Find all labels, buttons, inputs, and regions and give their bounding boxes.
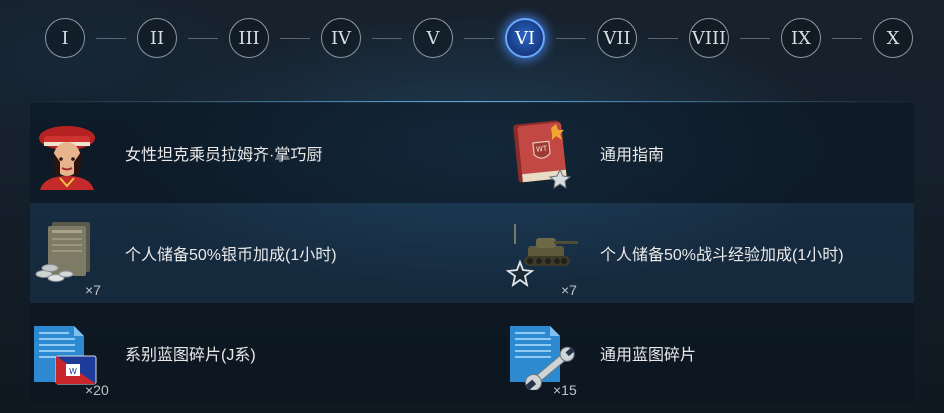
reward-label: 个人储备50%银币加成(1小时) [125, 247, 337, 264]
svg-text:WT: WT [536, 144, 549, 153]
tier-button-8[interactable]: VIII [689, 18, 729, 58]
reward-item: 个人储备50%银币加成(1小时) ×7 个人储备50%战斗经验加成(1小时) ×… [30, 203, 914, 303]
universal-blueprint-fragment-icon [510, 326, 575, 390]
crew-member-portrait [39, 126, 95, 190]
tier-connector [464, 37, 494, 39]
tier-connector [556, 37, 586, 39]
tier-button-5[interactable]: V [413, 18, 453, 58]
reward-label: 女性坦克乘员拉姆齐·掌巧厨 [125, 147, 323, 164]
tier-button-6-active[interactable]: VI [505, 18, 545, 58]
tier-connector [280, 37, 310, 39]
tier-connector [96, 37, 126, 39]
reward-item: W 系别蓝图碎片(J系) ×20 通用蓝图碎片 ×15 [30, 303, 914, 403]
tier-connector [648, 37, 678, 39]
tier-connector [372, 37, 402, 39]
reward-quantity: ×20 [85, 382, 109, 398]
tier-button-2[interactable]: II [137, 18, 177, 58]
reward-label: 系别蓝图碎片(J系) [125, 347, 256, 364]
tier-button-4[interactable]: IV [321, 18, 361, 58]
tier-connector [832, 37, 862, 39]
reward-label: 通用蓝图碎片 [600, 347, 697, 364]
reward-list: 女性坦克乘员拉姆齐·掌巧厨 WT 通用指南 个人储备50%银币加成(1小时) ×… [30, 103, 914, 403]
credits-booster-icon [35, 222, 90, 282]
reward-quantity: ×7 [561, 282, 577, 298]
combat-xp-booster-icon [506, 224, 578, 288]
tier-selector: I II III IV V VI VII VIII IX X [45, 17, 913, 59]
section-divider [30, 101, 914, 102]
tier-button-7[interactable]: VII [597, 18, 637, 58]
reward-quantity: ×7 [85, 282, 101, 298]
reward-row: 女性坦克乘员拉姆齐·掌巧厨 WT 通用指南 [30, 103, 914, 203]
reward-label: 通用指南 [600, 147, 665, 164]
reward-quantity: ×15 [553, 382, 577, 398]
tier-connector [740, 37, 770, 39]
svg-text:W: W [69, 367, 77, 376]
tier-button-1[interactable]: I [45, 18, 85, 58]
tier-button-3[interactable]: III [229, 18, 269, 58]
reward-row: W 系别蓝图碎片(J系) ×20 通用蓝图碎片 ×15 [30, 303, 914, 403]
tier-button-10[interactable]: X [873, 18, 913, 58]
nation-blueprint-fragment-icon: W [34, 326, 97, 385]
reward-row: 个人储备50%银币加成(1小时) ×7 个人储备50%战斗经验加成(1小时) ×… [30, 203, 914, 303]
universal-guide-book-icon: WT [513, 120, 572, 190]
reward-label: 个人储备50%战斗经验加成(1小时) [600, 247, 844, 264]
tier-button-9[interactable]: IX [781, 18, 821, 58]
reward-item: 女性坦克乘员拉姆齐·掌巧厨 WT 通用指南 [30, 103, 914, 203]
tier-connector [188, 37, 218, 39]
